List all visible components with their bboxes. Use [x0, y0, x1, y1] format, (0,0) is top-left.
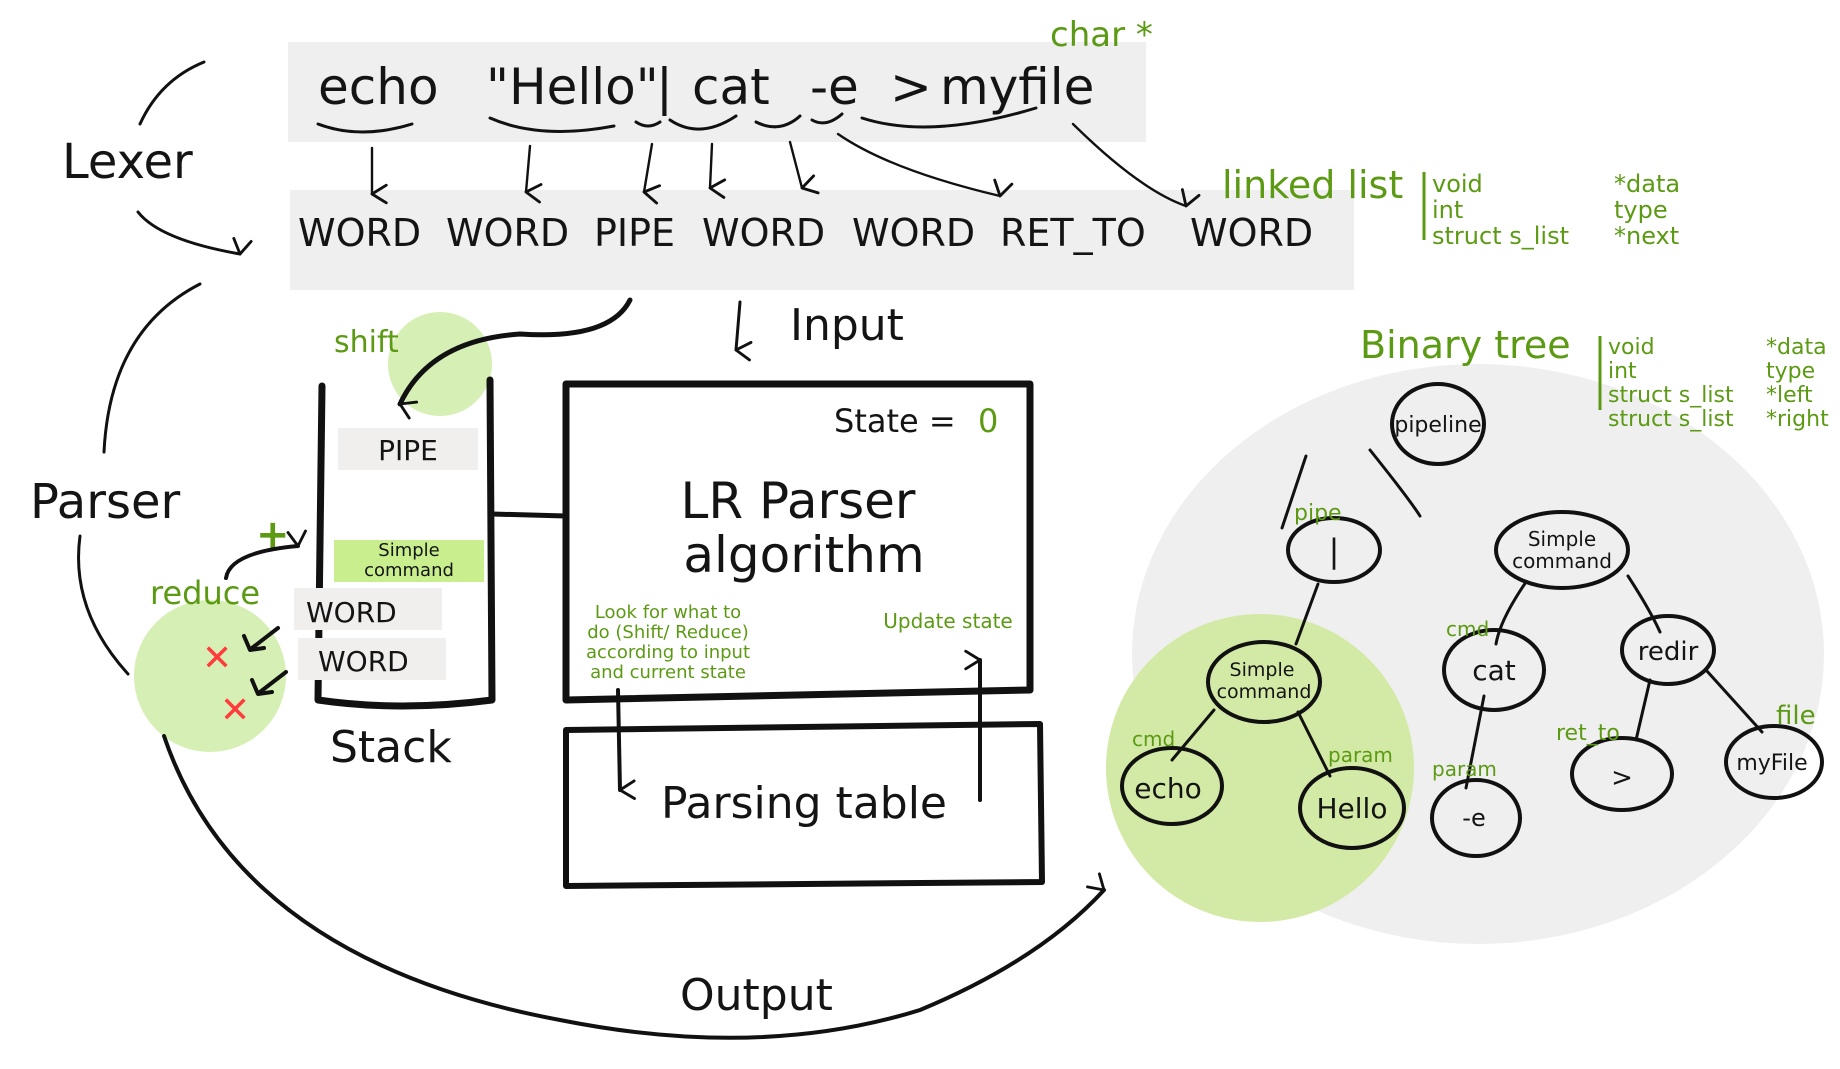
- token-type: WORD: [1190, 211, 1313, 255]
- cmd-token-pipe: |: [656, 58, 673, 116]
- lr-title-line1: LR Parser: [681, 472, 916, 530]
- stack-label: Stack: [330, 722, 452, 773]
- node-redir: redir: [1638, 637, 1699, 667]
- stack-item-word-2: WORD: [318, 645, 409, 678]
- field-name: *data: [1766, 335, 1827, 360]
- lookup-arrow: [616, 688, 636, 800]
- field-name: *right: [1766, 407, 1829, 432]
- node-sc-right-line1: Simple: [1528, 527, 1596, 551]
- token-type: RET_TO: [1000, 211, 1146, 255]
- field-name: *next: [1614, 222, 1679, 250]
- input-arrow: [734, 300, 753, 362]
- field-type: struct s_list: [1608, 407, 1734, 432]
- field-name: *left: [1766, 383, 1813, 408]
- field-type: void: [1608, 335, 1655, 360]
- node-pipe: |: [1329, 532, 1340, 570]
- reduce-label: reduce: [150, 574, 260, 612]
- node-cat: cat: [1472, 654, 1516, 687]
- token-type: WORD: [298, 211, 421, 255]
- node-myfile: myFile: [1736, 751, 1807, 776]
- cmd-token-redirect: >: [890, 58, 932, 116]
- node-echo: echo: [1134, 772, 1202, 805]
- lr-title-line2: algorithm: [683, 526, 924, 584]
- node-hello: Hello: [1317, 792, 1388, 825]
- cmd-token-myfile: myfile: [940, 58, 1094, 116]
- parser-section: Parser Input shift PIPE Simple command WO…: [30, 282, 1106, 1040]
- lexer-section: echo "Hello" | cat -e > myfile char * WO…: [62, 15, 1680, 290]
- lr-note-left: Look for what to do (Shift/ Reduce) acco…: [586, 602, 750, 683]
- lr-note-line: do (Shift/ Reduce): [587, 622, 748, 643]
- field-name: type: [1614, 196, 1668, 224]
- field-type: int: [1432, 196, 1463, 224]
- stack-item-word-1: WORD: [306, 596, 397, 629]
- node-pipeline: pipeline: [1394, 413, 1481, 438]
- node-sc-left-line2: command: [1217, 681, 1312, 703]
- node-sc-left-line1: Simple: [1230, 659, 1295, 681]
- cmd-token-echo: echo: [318, 58, 439, 116]
- node-gt: >: [1611, 763, 1633, 793]
- cross-icon: ✕: [220, 690, 250, 731]
- binary-tree-section: Binary tree void *data int type struct s…: [1106, 323, 1829, 944]
- edge-label-cmd: cmd: [1132, 727, 1175, 751]
- field-type: struct s_list: [1432, 222, 1569, 250]
- lr-note-right: Update state: [883, 609, 1012, 633]
- binary-tree-label: Binary tree: [1360, 323, 1571, 367]
- token-type: WORD: [446, 211, 569, 255]
- edge-label-file: file: [1776, 701, 1816, 731]
- linked-list-label: linked list: [1222, 163, 1403, 207]
- binary-tree-fields: void *data int type struct s_list *left …: [1608, 335, 1829, 432]
- edge-label-pipe: pipe: [1294, 501, 1342, 526]
- edge-label-param: param: [1432, 757, 1497, 781]
- field-name: type: [1766, 359, 1815, 384]
- shift-label: shift: [334, 325, 399, 360]
- edge-label-ret-to: ret_to: [1556, 721, 1620, 746]
- field-name: *data: [1614, 170, 1680, 198]
- cross-icon: ✕: [202, 638, 232, 679]
- node-e: -e: [1462, 804, 1485, 832]
- edge-label-cmd: cmd: [1446, 617, 1489, 641]
- lexer-parser-diagram: echo "Hello" | cat -e > myfile char * WO…: [30, 15, 1829, 1040]
- field-type: struct s_list: [1608, 383, 1734, 408]
- stack-lr-connector: [489, 511, 569, 519]
- node-sc-right-line2: command: [1512, 549, 1612, 573]
- stack-item-simple-command-line: Simple: [378, 540, 439, 561]
- cmd-token-cat: cat: [692, 58, 770, 116]
- output-label: Output: [680, 970, 833, 1021]
- cmd-token-e: -e: [810, 58, 859, 116]
- stack-item-pipe: PIPE: [378, 434, 438, 467]
- lr-note-line: and current state: [590, 662, 746, 683]
- token-type: WORD: [702, 211, 825, 255]
- parsing-table-label: Parsing table: [661, 778, 947, 829]
- token-type: WORD: [852, 211, 975, 255]
- cmd-token-hello: "Hello": [486, 58, 659, 116]
- state-value: 0: [978, 402, 998, 440]
- edge-label-param: param: [1328, 743, 1393, 767]
- lexer-label: Lexer: [62, 134, 193, 190]
- token-type: PIPE: [594, 211, 675, 255]
- input-label: Input: [790, 300, 904, 351]
- field-type: int: [1608, 359, 1637, 384]
- parser-label: Parser: [30, 474, 180, 530]
- lr-note-line: Look for what to: [595, 602, 741, 623]
- stack-item-simple-command-line: command: [364, 560, 454, 581]
- char-pointer-annotation: char *: [1050, 15, 1153, 55]
- linked-list-fields: void *data int type struct s_list *next: [1432, 170, 1680, 250]
- field-type: void: [1432, 170, 1483, 198]
- lr-note-line: according to input: [586, 642, 750, 663]
- command-line: echo "Hello" | cat -e > myfile: [318, 58, 1094, 116]
- state-label: State =: [834, 402, 956, 440]
